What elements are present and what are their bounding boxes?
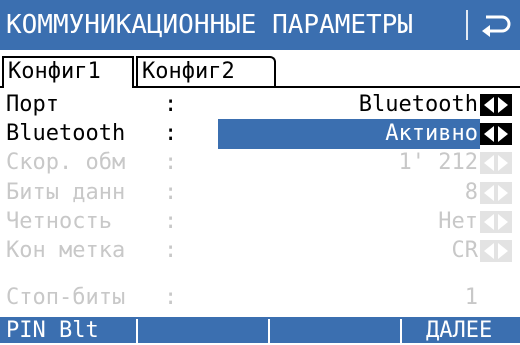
softkey-bar: PIN Blt ДАЛЕЕ	[0, 317, 520, 343]
softkey-2[interactable]	[140, 317, 266, 343]
softkey-divider	[400, 319, 402, 343]
left-right-arrows-icon	[480, 240, 512, 262]
softkey-3[interactable]	[272, 317, 398, 343]
field-value: 1' 212	[398, 150, 478, 175]
field-baud-rate: Скор. обм : 1' 212	[0, 148, 520, 178]
field-colon: :	[164, 209, 178, 234]
tab-config1-label: Конфиг1	[8, 59, 101, 84]
field-colon: :	[164, 92, 178, 117]
field-value: 1	[464, 285, 478, 310]
field-port[interactable]: Порт : Bluetooth	[0, 90, 520, 120]
softkey-divider	[136, 319, 138, 343]
left-right-arrows-icon	[480, 182, 512, 204]
field-colon: :	[164, 285, 178, 310]
field-value: 8	[464, 180, 478, 205]
softkey-next[interactable]: ДАЛЕЕ	[426, 317, 492, 343]
field-colon: :	[164, 238, 178, 263]
softkey-pin-blt[interactable]: PIN Blt	[6, 317, 99, 343]
field-end-mark: Кон метка : CR	[0, 236, 520, 266]
field-value: Активно	[385, 121, 478, 146]
left-right-arrows-icon[interactable]	[480, 94, 512, 116]
left-right-arrows-icon[interactable]	[480, 123, 512, 145]
page-title: КОММУНИКАЦИОННЫЕ ПАРАМЕТРЫ	[6, 10, 413, 40]
field-label: Скор. обм	[6, 150, 126, 175]
field-label: Bluetooth	[6, 121, 126, 146]
field-colon: :	[164, 150, 178, 175]
title-bar: КОММУНИКАЦИОННЫЕ ПАРАМЕТРЫ	[0, 0, 520, 50]
field-label: Четность	[6, 209, 112, 234]
field-value: Bluetooth	[358, 92, 478, 117]
screen: КОММУНИКАЦИОННЫЕ ПАРАМЕТРЫ Конфиг1 Конфи…	[0, 0, 520, 343]
field-value: Нет	[438, 209, 478, 234]
tab-config2-label: Конфиг2	[142, 59, 235, 84]
field-stop-bits: Стоп-биты : 1	[0, 283, 520, 313]
field-label: Стоп-биты	[6, 285, 126, 310]
field-label: Порт	[6, 92, 59, 117]
tab-config1[interactable]: Конфиг1	[2, 56, 134, 88]
field-parity: Четность : Нет	[0, 207, 520, 237]
left-right-arrows-icon	[480, 211, 512, 233]
field-colon: :	[164, 180, 178, 205]
tab-config2[interactable]: Конфиг2	[136, 56, 276, 86]
field-value: CR	[451, 238, 479, 263]
return-arrow-icon[interactable]	[478, 10, 512, 40]
tab-strip: Конфиг1 Конфиг2	[0, 52, 520, 88]
field-label: Кон метка	[6, 238, 126, 263]
field-bluetooth[interactable]: Bluetooth : Активно	[0, 119, 520, 149]
field-colon: :	[164, 121, 178, 146]
left-right-arrows-icon	[480, 152, 512, 174]
title-divider	[466, 10, 468, 40]
softkey-divider	[268, 319, 270, 343]
field-label: Биты данн	[6, 180, 126, 205]
field-data-bits: Биты данн : 8	[0, 178, 520, 208]
